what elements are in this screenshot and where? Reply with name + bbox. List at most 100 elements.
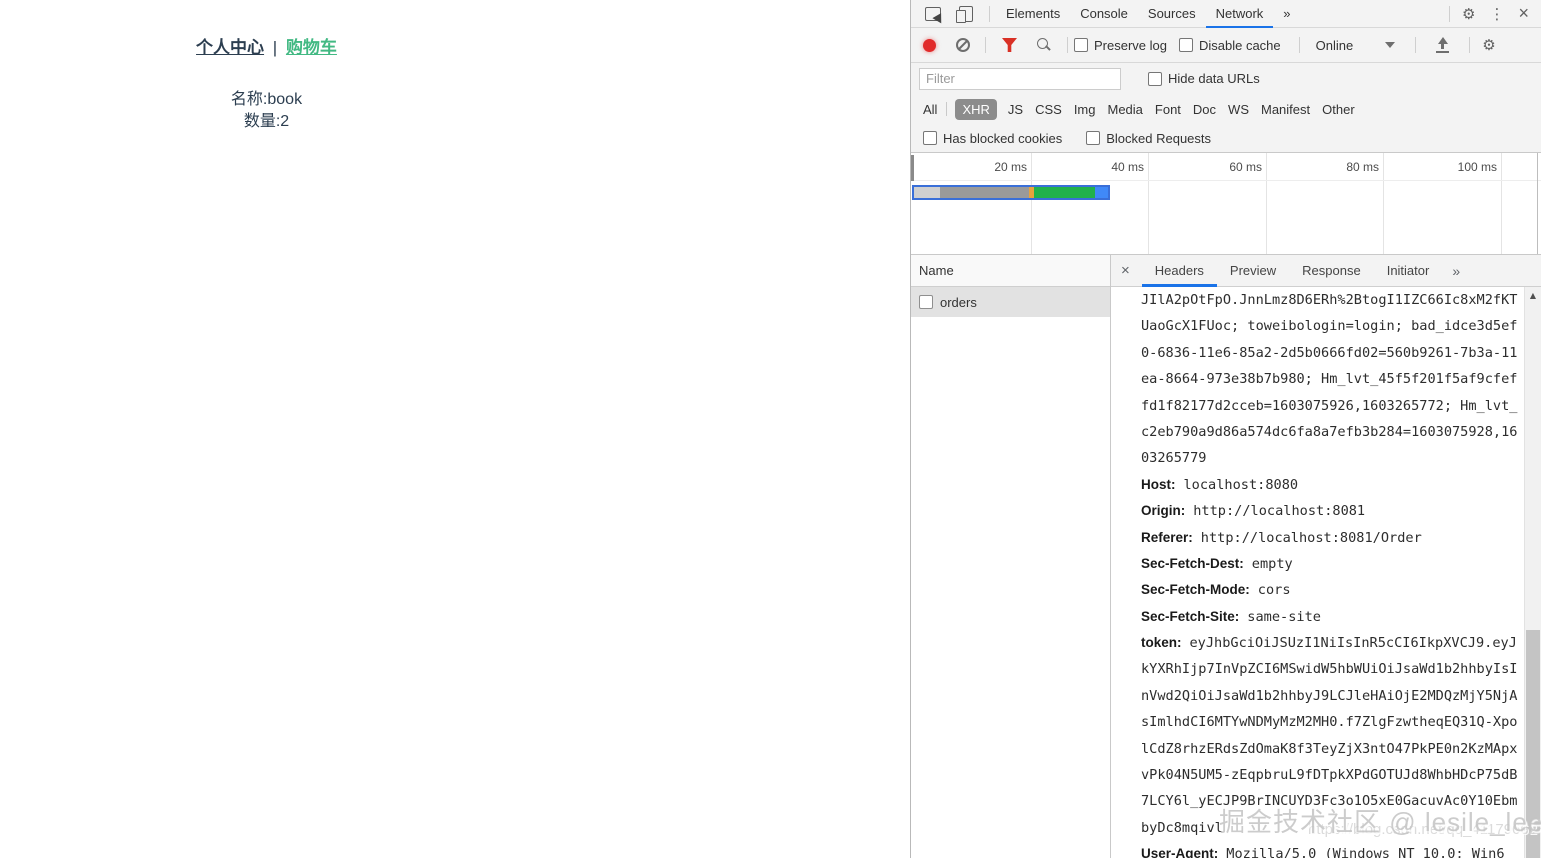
cart-link[interactable]: 购物车 bbox=[286, 38, 337, 57]
ruler-line bbox=[911, 180, 1541, 181]
throttling-select[interactable]: Online bbox=[1316, 38, 1354, 53]
more-tabs-button[interactable]: » bbox=[1273, 0, 1300, 28]
tick-20ms: 20 ms bbox=[994, 160, 1027, 174]
header-line: 03265779 bbox=[1141, 450, 1207, 467]
filter-input[interactable] bbox=[919, 67, 1121, 90]
type-filter-font[interactable]: Font bbox=[1155, 102, 1181, 117]
tick-100ms: 100 ms bbox=[1457, 160, 1497, 174]
type-filter-other[interactable]: Other bbox=[1322, 102, 1355, 117]
detail-tabbar: × Headers Preview Response Initiator » bbox=[1111, 255, 1541, 287]
device-toolbar-icon[interactable] bbox=[956, 5, 973, 23]
gridline bbox=[1031, 153, 1032, 254]
waterfall-download-segment bbox=[1095, 187, 1108, 198]
nav-separator: | bbox=[272, 38, 278, 57]
header-line: byDc8mqivl bbox=[1141, 819, 1223, 836]
record-icon[interactable] bbox=[923, 38, 936, 52]
tab-sources[interactable]: Sources bbox=[1138, 0, 1206, 28]
tab-network[interactable]: Network bbox=[1205, 0, 1274, 28]
type-filter-img[interactable]: Img bbox=[1074, 102, 1096, 117]
gridline bbox=[1501, 153, 1502, 254]
header-line-sec-fetch-mode: Sec-Fetch-Mode: cors bbox=[1141, 582, 1291, 599]
headers-scrollbar[interactable]: ▲ bbox=[1524, 287, 1541, 858]
network-toolbar: Preserve log Disable cache Online ⚙ bbox=[911, 28, 1541, 63]
devtools-tabbar: Elements Console Sources Network » ⚙ ⋮ × bbox=[911, 0, 1541, 28]
web-page-content: 个人中心 | 购物车 名称:book 数量:2 bbox=[0, 0, 533, 858]
detail-tab-headers[interactable]: Headers bbox=[1141, 255, 1217, 287]
inspect-element-icon[interactable] bbox=[925, 6, 941, 21]
waterfall-stalled-segment bbox=[940, 187, 1029, 198]
item-name-text: 名称:book bbox=[230, 91, 303, 108]
header-line: nVwd2QiOiJsaWd1b2hhbyJ9LCJleHAiOjE2MDQzM… bbox=[1141, 687, 1518, 704]
header-line: fd1f82177d2cceb=1603075926,1603265772; H… bbox=[1141, 397, 1518, 414]
gridline bbox=[1266, 153, 1267, 254]
timeline-left-handle[interactable] bbox=[911, 155, 914, 181]
disable-cache-checkbox[interactable] bbox=[1178, 38, 1193, 52]
type-filter-manifest[interactable]: Manifest bbox=[1261, 102, 1310, 117]
waterfall-waiting-segment bbox=[1034, 187, 1095, 198]
header-line-token: token: eyJhbGciOiJSUzI1NiIsInR5cCI6IkpXVC… bbox=[1141, 635, 1517, 652]
type-filter-js[interactable]: JS bbox=[1008, 102, 1023, 117]
preserve-log-checkbox[interactable] bbox=[1074, 38, 1088, 52]
timeline-right-edge bbox=[1537, 153, 1538, 254]
name-column-header[interactable]: Name bbox=[911, 255, 1110, 287]
devtools-close-icon[interactable]: × bbox=[1512, 3, 1541, 24]
header-line-origin: Origin: http://localhost:8081 bbox=[1141, 503, 1366, 520]
gridline bbox=[1148, 153, 1149, 254]
cart-item-info: 名称:book 数量:2 bbox=[0, 89, 533, 133]
type-filter-ws[interactable]: WS bbox=[1228, 102, 1249, 117]
type-filter-xhr[interactable]: XHR bbox=[955, 98, 997, 120]
type-filter-doc[interactable]: Doc bbox=[1193, 102, 1216, 117]
header-line: UaoGcX1FUoc; toweibologin=login; bad_idc… bbox=[1141, 318, 1518, 335]
personal-center-link[interactable]: 个人中心 bbox=[196, 38, 264, 57]
separator bbox=[1415, 37, 1417, 53]
tick-80ms: 80 ms bbox=[1346, 160, 1379, 174]
scroll-up-arrow-icon[interactable]: ▲ bbox=[1525, 287, 1541, 304]
header-line-referer: Referer: http://localhost:8081/Order bbox=[1141, 529, 1422, 546]
separator bbox=[985, 37, 986, 53]
hide-data-urls-checkbox[interactable] bbox=[1148, 71, 1162, 86]
separator bbox=[1469, 37, 1471, 53]
has-blocked-cookies-checkbox[interactable] bbox=[923, 131, 937, 145]
separator bbox=[1067, 37, 1068, 53]
search-icon[interactable] bbox=[1037, 38, 1051, 52]
clear-log-icon[interactable] bbox=[956, 38, 970, 52]
scrollbar-thumb[interactable] bbox=[1526, 630, 1540, 858]
filter-row: Hide data URLs bbox=[911, 63, 1541, 94]
devtools-settings-gear-icon[interactable]: ⚙ bbox=[1456, 5, 1481, 23]
headers-pane: JIlA2pOtFpO.JnnLmz8D6ERh%2BtogI1IZC66Ic8… bbox=[1111, 287, 1541, 858]
separator bbox=[1449, 5, 1451, 22]
header-line: ea-8664-973e38b7b980; Hm_lvt_45f5f201f5a… bbox=[1141, 371, 1518, 388]
detail-tab-preview[interactable]: Preview bbox=[1217, 255, 1289, 287]
tick-40ms: 40 ms bbox=[1111, 160, 1144, 174]
tab-elements[interactable]: Elements bbox=[996, 0, 1070, 28]
request-detail-pane: × Headers Preview Response Initiator » J… bbox=[1111, 255, 1541, 858]
blocked-requests-label: Blocked Requests bbox=[1106, 130, 1212, 146]
type-filter-all[interactable]: All bbox=[923, 102, 937, 117]
tab-console[interactable]: Console bbox=[1070, 0, 1138, 28]
type-filter-css[interactable]: CSS bbox=[1035, 102, 1062, 117]
network-settings-gear-icon[interactable]: ⚙ bbox=[1476, 36, 1501, 54]
detail-tab-initiator[interactable]: Initiator bbox=[1374, 255, 1443, 287]
separator bbox=[946, 102, 948, 116]
import-har-icon[interactable] bbox=[1436, 37, 1450, 53]
type-filter-media[interactable]: Media bbox=[1107, 102, 1142, 117]
hide-data-urls-label: Hide data URLs bbox=[1168, 71, 1260, 86]
throttling-dropdown-arrow-icon[interactable] bbox=[1385, 42, 1396, 48]
request-row-orders[interactable]: orders bbox=[911, 287, 1110, 317]
separator bbox=[989, 5, 990, 22]
request-waterfall-bar[interactable] bbox=[912, 185, 1110, 200]
request-row-checkbox[interactable] bbox=[919, 295, 933, 309]
detail-close-icon[interactable]: × bbox=[1111, 262, 1142, 279]
type-filter-row: All XHR JS CSS Img Media Font Doc WS Man… bbox=[911, 94, 1541, 124]
blocked-requests-checkbox[interactable] bbox=[1086, 131, 1101, 145]
kebab-menu-icon[interactable]: ⋮ bbox=[1481, 5, 1512, 23]
detail-tab-response[interactable]: Response bbox=[1289, 255, 1374, 287]
network-overview-timeline[interactable]: 20 ms 40 ms 60 ms 80 ms 100 ms bbox=[911, 152, 1541, 255]
header-line-user-agent: User-Agent: Mozilla/5.0 (Windows NT 10.0;… bbox=[1141, 846, 1505, 858]
waterfall-queueing-segment bbox=[914, 187, 940, 198]
filter-funnel-icon[interactable] bbox=[1002, 38, 1017, 52]
header-line: vPk04N5UM5-zEqpbruL9fDTpkXPdGOTUJd8WhbHD… bbox=[1141, 767, 1518, 784]
preserve-log-label: Preserve log bbox=[1094, 37, 1167, 53]
detail-more-tabs-button[interactable]: » bbox=[1442, 263, 1470, 279]
header-line: 0-6836-11e6-85a2-2d5b0666fd02=560b9261-7… bbox=[1141, 344, 1518, 361]
